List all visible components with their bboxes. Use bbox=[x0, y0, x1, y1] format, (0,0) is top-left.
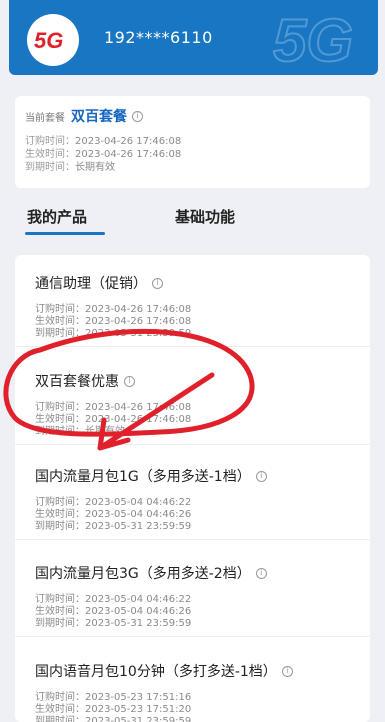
current-plan-card: 当前套餐 双百套餐 i 订购时间：2023-04-26 17:46:08 生效时… bbox=[15, 96, 370, 188]
svg-text:5G: 5G bbox=[273, 7, 353, 72]
active-tab-indicator bbox=[25, 232, 105, 235]
5g-logo-icon: 5G bbox=[27, 14, 79, 66]
expire-time: 到期时间：2023-05-31 23:59:59 bbox=[35, 716, 192, 722]
plan-expire-time: 到期时间：长期有效 bbox=[25, 162, 115, 173]
product-title: 通信助理（促销） bbox=[35, 276, 147, 292]
info-icon[interactable]: i bbox=[152, 277, 163, 289]
svg-text:5G: 5G bbox=[34, 28, 63, 53]
product-title: 国内流量月包3G（多用多送-2档） bbox=[35, 566, 251, 582]
tab-my-products[interactable]: 我的产品 bbox=[27, 206, 87, 227]
product-title: 国内语音月包10分钟（多打多送-1档） bbox=[35, 664, 277, 680]
product-page: 5G 192****6110 5G 当前套餐 双百套餐 i 订购时间：2023-… bbox=[0, 0, 385, 722]
product-list: 通信助理（促销） i 订购时间：2023-04-26 17:46:08 生效时间：… bbox=[15, 255, 370, 722]
expire-time: 到期时间：2023-05-31 23:59:59 bbox=[35, 618, 192, 629]
5g-watermark-icon: 5G bbox=[273, 6, 354, 72]
account-header: 5G 192****6110 5G bbox=[9, 0, 378, 75]
product-title: 双百套餐优惠 bbox=[35, 374, 119, 390]
plan-label: 当前套餐 bbox=[25, 112, 65, 124]
list-item[interactable]: 国内语音月包10分钟（多打多送-1档） i 订购时间：2023-05-23 17:… bbox=[15, 643, 370, 722]
tab-bar: 我的产品 基础功能 bbox=[15, 196, 370, 236]
info-icon[interactable]: i bbox=[132, 110, 143, 122]
info-icon[interactable]: i bbox=[255, 470, 267, 482]
expire-time: 到期时间：2023-05-31 23:59:59 bbox=[35, 521, 192, 532]
plan-order-time: 订购时间：2023-04-26 17:46:08 bbox=[25, 136, 182, 147]
info-icon[interactable]: i bbox=[281, 665, 293, 677]
product-title: 国内流量月包1G（多用多送-1档） bbox=[35, 469, 251, 485]
list-item[interactable]: 双百套餐优惠 i 订购时间：2023-04-26 17:46:08 生效时间：20… bbox=[15, 353, 370, 445]
info-icon[interactable]: i bbox=[255, 567, 267, 579]
tab-basic-functions[interactable]: 基础功能 bbox=[175, 206, 235, 227]
info-icon[interactable]: i bbox=[124, 375, 135, 387]
list-item[interactable]: 国内流量月包3G（多用多送-2档） i 订购时间：2023-05-04 04:46… bbox=[15, 545, 370, 637]
phone-number: 192****6110 bbox=[104, 28, 213, 47]
plan-effective-time: 生效时间：2023-04-26 17:46:08 bbox=[25, 149, 182, 160]
plan-name: 双百套餐 bbox=[71, 109, 127, 125]
list-item[interactable]: 国内流量月包1G（多用多送-1档） i 订购时间：2023-05-04 04:46… bbox=[15, 448, 370, 540]
list-item[interactable]: 通信助理（促销） i 订购时间：2023-04-26 17:46:08 生效时间：… bbox=[15, 255, 370, 347]
expire-time: 到期时间：2023-05-31 23:59:59 bbox=[35, 328, 192, 339]
expire-time: 到期时间：长期有效 bbox=[35, 426, 125, 437]
